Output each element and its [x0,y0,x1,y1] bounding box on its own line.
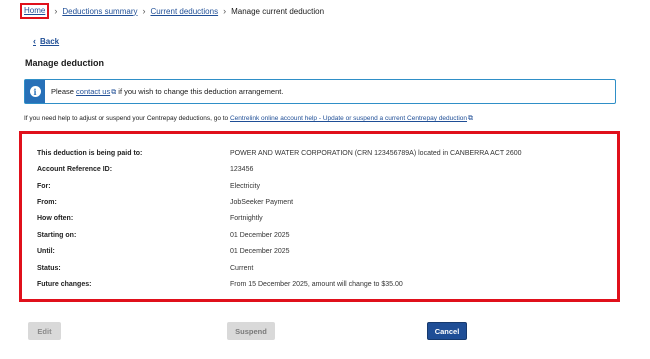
info-icon-container: i [25,80,45,103]
deduction-details: This deduction is being paid to: POWER A… [19,131,620,302]
detail-value: From 15 December 2025, amount will chang… [230,281,403,288]
help-text: If you need help to adjust or suspend yo… [24,115,473,123]
chevron-left-icon: ‹ [33,36,36,46]
edit-button[interactable]: Edit [28,322,61,340]
detail-label: Until: [37,248,55,255]
detail-value: Electricity [230,183,260,190]
breadcrumb-current-page: Manage current deduction [231,6,325,16]
detail-label: Starting on: [37,232,77,239]
centrelink-help-link[interactable]: Centrelink online account help - Update … [230,115,467,122]
chevron-right-icon: › [142,6,146,16]
breadcrumb-current-deductions-link[interactable]: Current deductions [150,7,218,16]
detail-label: For: [37,183,51,190]
breadcrumb: Home › Deductions summary › Current dedu… [20,3,325,19]
detail-value: Fortnightly [230,215,263,222]
detail-value: JobSeeker Payment [230,199,294,206]
breadcrumb-deductions-summary-link[interactable]: Deductions summary [62,7,137,16]
breadcrumb-home-link[interactable]: Home [24,6,45,15]
info-icon: i [29,86,41,97]
detail-value: Current [230,265,254,272]
detail-value: 123456 [230,166,254,173]
cancel-button[interactable]: Cancel [427,322,467,340]
detail-value: 01 December 2025 [230,248,290,255]
chevron-right-icon: › [54,6,58,16]
contact-us-link[interactable]: contact us [76,87,110,96]
info-alert: i Please contact us⧉ if you wish to chan… [24,79,616,104]
detail-label: How often: [37,215,74,222]
back-link[interactable]: ‹ Back [33,36,59,46]
back-label: Back [40,36,60,46]
info-message: Please contact us⧉ if you wish to change… [51,87,283,97]
home-highlight: Home [20,3,50,19]
chevron-right-icon: › [223,6,227,16]
detail-value: POWER AND WATER CORPORATION (CRN 1234567… [230,150,522,157]
page-title: Manage deduction [25,58,105,68]
info-prefix: Please [51,86,77,96]
detail-label: Status: [37,265,61,272]
help-prefix: If you need help to adjust or suspend yo… [24,115,230,122]
detail-label: Account Reference ID: [37,166,113,173]
external-link-icon: ⧉ [468,115,474,122]
suspend-button[interactable]: Suspend [227,322,275,340]
detail-label: This deduction is being paid to: [37,150,143,157]
detail-label: Future changes: [37,281,92,288]
detail-value: 01 December 2025 [230,232,290,239]
detail-label: From: [37,199,57,206]
info-suffix: if you wish to change this deduction arr… [116,86,284,96]
